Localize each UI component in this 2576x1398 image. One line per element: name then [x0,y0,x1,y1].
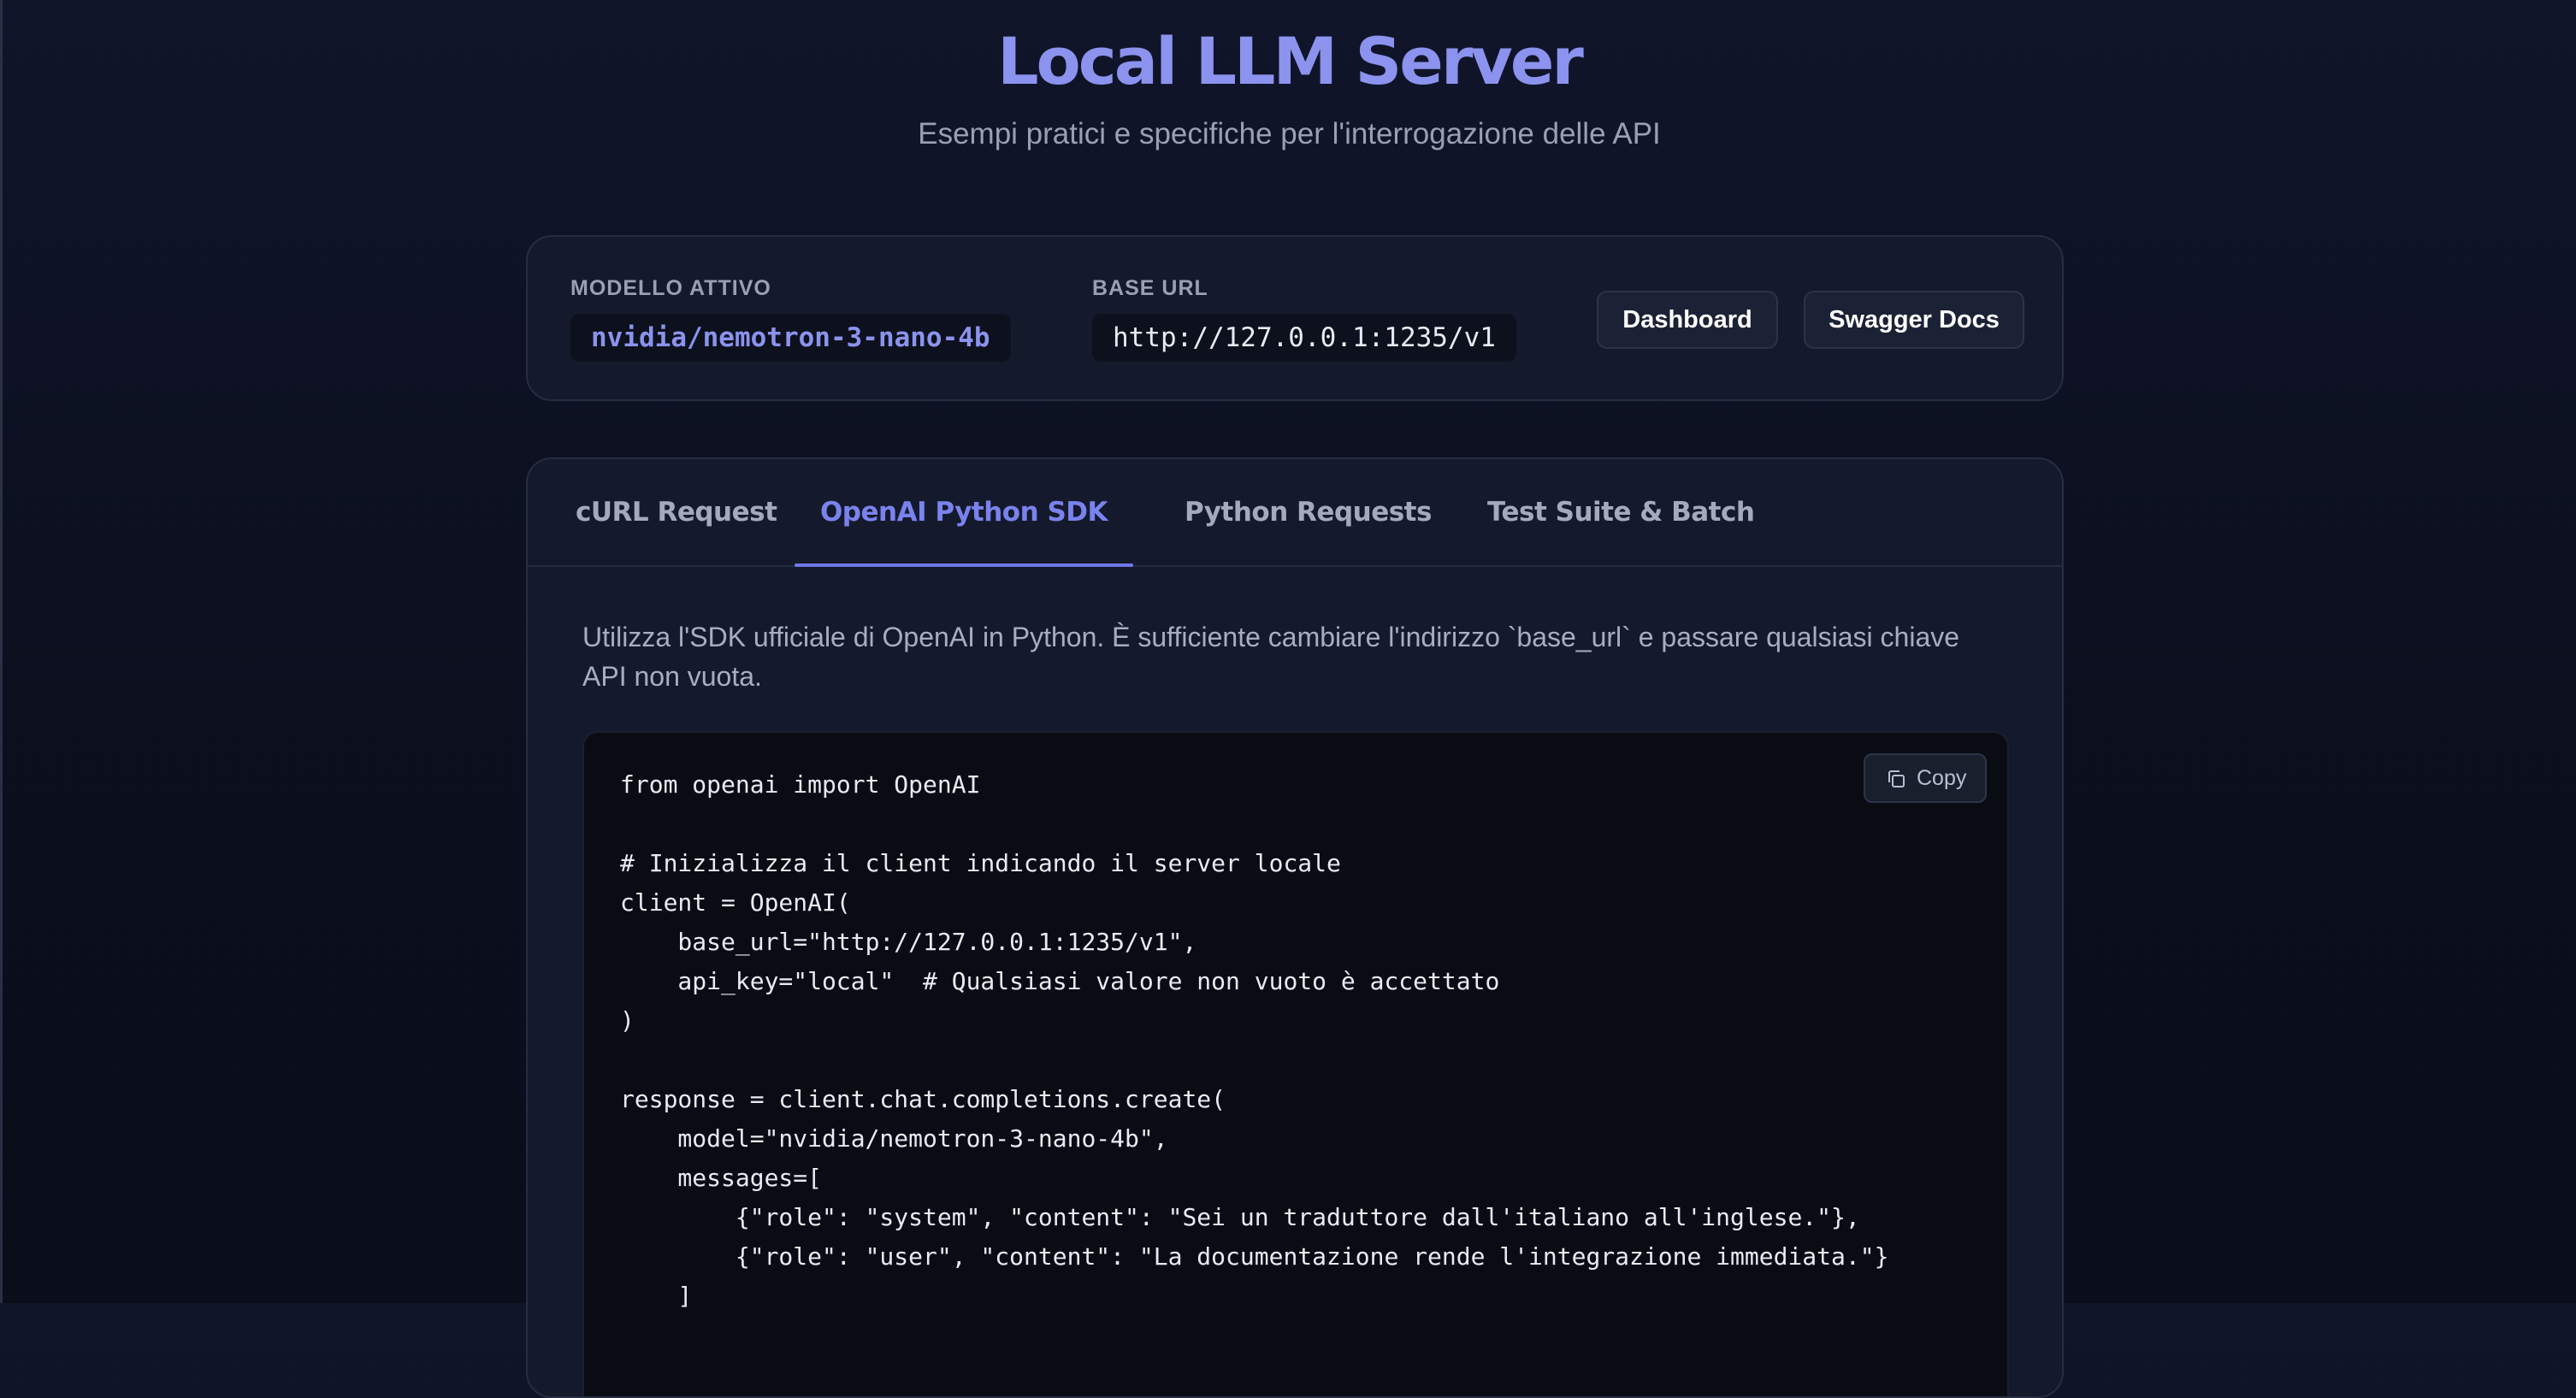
swagger-docs-button[interactable]: Swagger Docs [1804,291,2024,349]
tab-openai-python-sdk[interactable]: OpenAI Python SDK [795,459,1133,567]
code-block: from openai import OpenAI # Inizializza … [582,731,2009,1396]
copy-button[interactable]: Copy [1864,753,1987,803]
page-subtitle: Esempi pratici e specifiche per l'interr… [918,117,1661,150]
examples-card: cURL Request OpenAI Python SDK Python Re… [526,457,2064,1398]
code-snippet[interactable]: from openai import OpenAI # Inizializza … [620,765,1888,1316]
tab-test-suite-batch[interactable]: Test Suite & Batch [1487,459,1755,565]
page-title: Local LLM Server [997,23,1584,99]
copy-icon [1888,770,1905,787]
server-info-card: MODELLO ATTIVO nvidia/nemotron-3-nano-4b… [526,235,2064,401]
tab-bar: cURL Request OpenAI Python SDK Python Re… [528,459,2062,567]
base-url-label: BASE URL [1092,276,1208,300]
tab-description: Utilizza l'SDK ufficiale di OpenAI in Py… [582,622,1960,692]
tab-python-requests[interactable]: Python Requests [1185,459,1432,565]
model-value: nvidia/nemotron-3-nano-4b [570,314,1011,362]
base-url-value: http://127.0.0.1:1235/v1 [1092,314,1516,362]
model-label: MODELLO ATTIVO [570,276,771,300]
tab-curl-request[interactable]: cURL Request [576,459,777,565]
dashboard-button[interactable]: Dashboard [1597,291,1778,349]
copy-button-label: Copy [1917,766,1967,790]
